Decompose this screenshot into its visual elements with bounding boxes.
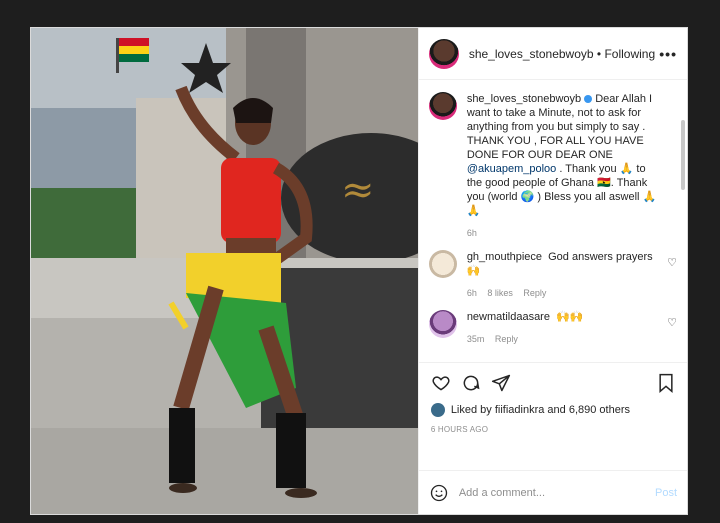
- comment-input[interactable]: Add a comment...: [459, 487, 655, 499]
- likes-text[interactable]: Liked by fiifiadinkra and 6,890 others: [451, 404, 630, 416]
- comment-item: newmatildaasare 🙌🙌 35m Reply ♡: [428, 310, 677, 346]
- verified-icon: [584, 95, 593, 104]
- comment-reply-button[interactable]: Reply: [523, 288, 546, 298]
- heart-icon[interactable]: [431, 373, 451, 393]
- following-button[interactable]: Following: [604, 47, 655, 61]
- action-icons: [431, 371, 675, 395]
- comment-username[interactable]: gh_mouthpiece: [467, 251, 542, 263]
- commenter-avatar[interactable]: [428, 250, 457, 278]
- caption-body: she_loves_stonebwoyb Dear Allah I want t…: [467, 92, 657, 240]
- caption-meta: 6h: [467, 226, 657, 240]
- post-timestamp[interactable]: 6 HOURS AGO: [431, 425, 675, 434]
- comment-heart-icon[interactable]: ♡: [667, 316, 677, 329]
- comment-heart-icon[interactable]: ♡: [667, 256, 677, 269]
- comment-meta: 6h 8 likes Reply: [467, 286, 657, 300]
- post-header: she_loves_stonebwoyb • Following •••: [418, 28, 687, 80]
- comment-age: 35m: [466, 334, 485, 344]
- post-side-panel: she_loves_stonebwoyb • Following ••• she…: [417, 28, 687, 514]
- post-comment-button[interactable]: Post: [655, 487, 677, 499]
- liker-avatar: [430, 403, 445, 417]
- likes-line[interactable]: Liked by fiifiadinkra and 6,890 others: [430, 403, 675, 417]
- comment-likes[interactable]: 8 likes: [487, 288, 513, 298]
- caption: she_loves_stonebwoyb Dear Allah I want t…: [428, 92, 677, 240]
- page-frame: ≈ she_loves_stonebwoyb • Following ••• s…: [0, 0, 720, 523]
- caption-avatar[interactable]: [428, 92, 457, 120]
- emoji-icon[interactable]: [429, 483, 449, 503]
- post-actions: Liked by fiifiadinkra and 6,890 others 6…: [418, 362, 687, 470]
- bookmark-icon[interactable]: [657, 373, 675, 393]
- share-icon[interactable]: [491, 373, 511, 393]
- commenter-avatar[interactable]: [428, 310, 457, 338]
- comment-age: 6h: [466, 288, 477, 298]
- caption-mention-link[interactable]: @akuapem_poloo: [467, 163, 556, 175]
- add-comment-bar: Add a comment... Post: [418, 470, 687, 514]
- author-avatar[interactable]: [428, 38, 459, 69]
- comment-body: newmatildaasare 🙌🙌 35m Reply: [467, 310, 657, 346]
- post-card: ≈ she_loves_stonebwoyb • Following ••• s…: [30, 27, 688, 515]
- comment-icon[interactable]: [461, 373, 481, 393]
- scrollbar-thumb[interactable]: [681, 120, 685, 190]
- comment-item: gh_mouthpiece God answers prayers 🙌 6h 8…: [428, 250, 677, 300]
- svg-text:≈: ≈: [341, 167, 375, 213]
- author-username[interactable]: she_loves_stonebwoyb: [469, 47, 594, 61]
- caption-age: 6h: [466, 228, 477, 238]
- comment-username[interactable]: newmatildaasare: [467, 311, 550, 323]
- comment-body: gh_mouthpiece God answers prayers 🙌 6h 8…: [467, 250, 657, 300]
- post-photo-image: ≈: [31, 28, 418, 514]
- post-photo[interactable]: ≈: [31, 28, 418, 514]
- header-user-line: she_loves_stonebwoyb • Following: [469, 47, 655, 61]
- caption-username[interactable]: she_loves_stonebwoyb: [467, 93, 581, 105]
- comment-meta: 35m Reply: [467, 332, 657, 346]
- more-icon[interactable]: •••: [659, 46, 677, 62]
- comments-list[interactable]: she_loves_stonebwoyb Dear Allah I want t…: [419, 80, 687, 362]
- comment-reply-button[interactable]: Reply: [495, 334, 518, 344]
- comment-text: 🙌🙌: [556, 311, 584, 323]
